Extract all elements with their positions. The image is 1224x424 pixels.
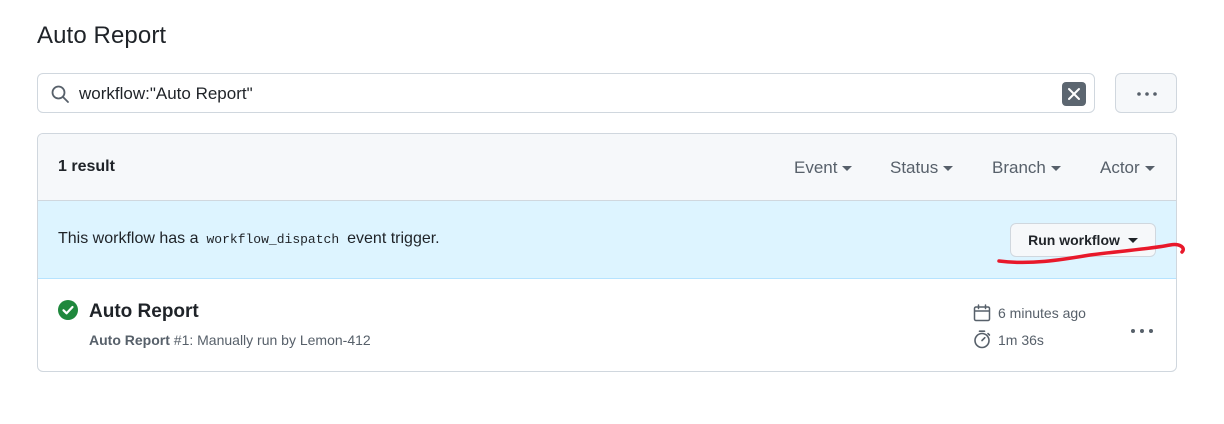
run-workflow-button[interactable]: Run workflow [1010, 223, 1156, 257]
clear-search-button[interactable] [1062, 82, 1086, 106]
results-panel: 1 result Event Status Branch Actor This … [37, 133, 1177, 372]
workflow-dispatch-banner: This workflow has a workflow_dispatch ev… [38, 201, 1176, 279]
run-duration-text: 1m 36s [998, 331, 1044, 348]
banner-text-after: event trigger. [347, 230, 440, 247]
run-workflow-label: Run workflow [1028, 232, 1120, 248]
run-title-link[interactable]: Auto Report [89, 301, 199, 323]
kebab-horizontal-icon [1137, 92, 1157, 96]
stopwatch-icon [974, 330, 991, 349]
filter-event[interactable]: Event [794, 158, 853, 178]
run-duration: 1m 36s [973, 330, 1044, 349]
caret-down-icon [1144, 165, 1155, 171]
search-icon [50, 84, 70, 104]
run-description: #1: Manually run by Lemon-412 [169, 332, 371, 348]
results-header: 1 result Event Status Branch Actor [38, 134, 1176, 201]
banner-message: This workflow has a workflow_dispatch ev… [58, 230, 440, 248]
workflow-run-row[interactable]: Auto Report Auto Report #1: Manually run… [38, 279, 1176, 371]
caret-down-icon [1050, 165, 1061, 171]
check-circle-icon [58, 300, 78, 320]
run-time-ago-text: 6 minutes ago [998, 305, 1086, 321]
page-title: Auto Report [37, 22, 167, 49]
search-query-text[interactable]: workflow:"Auto Report" [79, 84, 253, 104]
kebab-horizontal-icon [1131, 329, 1153, 333]
caret-down-icon [1127, 237, 1138, 243]
search-input[interactable]: workflow:"Auto Report" [37, 73, 1095, 113]
filter-status[interactable]: Status [890, 158, 954, 178]
run-workflow-name: Auto Report [89, 332, 170, 348]
caret-down-icon [842, 165, 853, 171]
banner-text-before: This workflow has a [58, 230, 199, 247]
more-options-button[interactable] [1115, 73, 1177, 113]
result-count: 1 result [58, 158, 115, 175]
run-subtitle: Auto Report #1: Manually run by Lemon-41… [89, 332, 371, 348]
filter-branch[interactable]: Branch [992, 158, 1061, 178]
banner-code: workflow_dispatch [206, 232, 340, 247]
run-options-button[interactable] [1130, 322, 1154, 333]
run-time-ago: 6 minutes ago [973, 304, 1086, 322]
calendar-icon [973, 304, 991, 322]
x-icon [1068, 88, 1080, 100]
caret-down-icon [943, 165, 954, 171]
filter-actor[interactable]: Actor [1100, 158, 1155, 178]
